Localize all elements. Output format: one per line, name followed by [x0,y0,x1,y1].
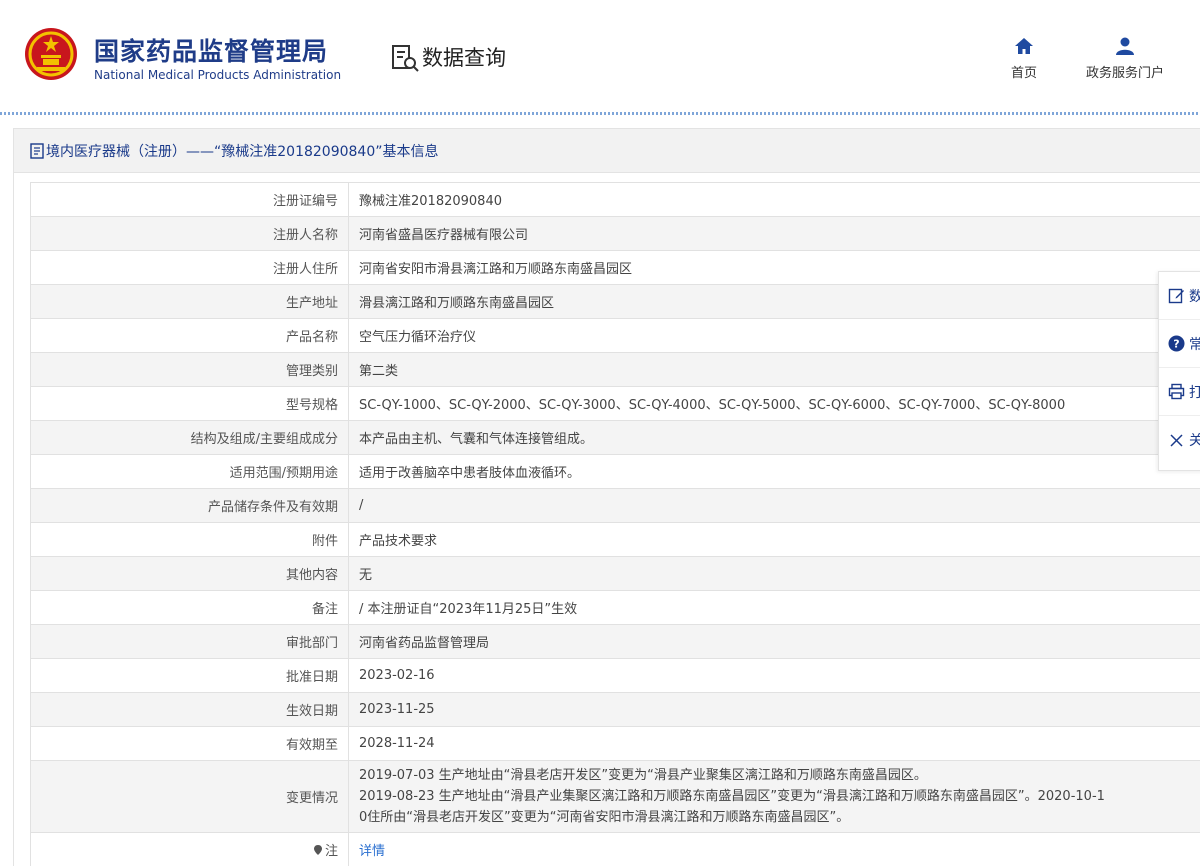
row-label: 批准日期 [30,658,349,693]
change-line: 2019-07-03 生产地址由“滑县老店开发区”变更为“滑县产业聚集区漓江路和… [359,768,927,783]
row-label: 产品储存条件及有效期 [30,488,349,523]
panel-header: 境内医疗器械（注册）——“豫械注准20182090840”基本信息 [14,129,1200,173]
row-value-change: 2019-07-03 生产地址由“滑县老店开发区”变更为“滑县产业聚集区漓江路和… [348,760,1200,833]
user-icon [1116,37,1134,55]
row-value: 豫械注准20182090840 [348,182,1200,217]
table-row: 注册证编号 豫械注准20182090840 [30,182,1200,217]
brand-title-en: National Medical Products Administration [94,68,342,82]
national-emblem-icon[interactable] [24,27,78,81]
row-label: 管理类别 [30,352,349,387]
table-row: 产品名称 空气压力循环治疗仪 [30,318,1200,353]
nav-home-label: 首页 [1010,66,1037,81]
home-icon [1015,38,1033,54]
row-value: 空气压力循环治疗仪 [348,318,1200,353]
svg-text:?: ? [1173,338,1179,351]
row-label: 结构及组成/主要组成成分 [30,420,349,455]
table-row: 批准日期 2023-02-16 [30,658,1200,693]
table-row: 其他内容无 [30,556,1200,591]
row-value-note: 详情 [348,832,1200,866]
table-row-note: 注 详情 [30,832,1200,866]
table-row: 型号规格 SC-QY-1000、SC-QY-2000、SC-QY-3000、SC-… [30,386,1200,421]
toolbar-item-close[interactable]: 关 [1159,416,1200,464]
row-label: 备注 [30,590,349,625]
row-label: 生产地址 [30,284,349,319]
row-label: 注册证编号 [30,182,349,217]
nav-portal-label: 政务服务门户 [1085,66,1164,81]
row-label: 型号规格 [30,386,349,421]
row-value: 产品技术要求 [348,522,1200,557]
nav-portal-link[interactable]: 政务服务门户 [1075,36,1175,81]
note-label: 注 [324,844,338,859]
brand-title-cn: 国家药品监督管理局 [94,37,329,66]
print-icon [1168,383,1185,400]
toolbar-item-faq[interactable]: ? 常 [1159,320,1200,368]
row-label: 适用范围/预期用途 [30,454,349,489]
row-value: / [348,488,1200,523]
document-icon [30,142,44,159]
row-value: / 本注册证自“2023年11月25日”生效 [348,590,1200,625]
table-row: 结构及组成/主要组成成分 本产品由主机、气囊和气体连接管组成。 [30,420,1200,455]
row-label: 变更情况 [30,760,349,833]
row-value: 河南省安阳市滑县漓江路和万顺路东南盛昌园区 [348,250,1200,285]
row-label: 审批部门 [30,624,349,659]
detail-panel: 境内医疗器械（注册）——“豫械注准20182090840”基本信息 注册证编号豫… [13,128,1200,866]
toolbar-label: 常 [1189,336,1200,353]
close-icon [1170,433,1183,447]
row-value: 适用于改善脑卒中患者肢体血液循环。 [348,454,1200,489]
row-label: 其他内容 [30,556,349,591]
row-value: 2023-11-25 [348,692,1200,727]
table-row: 生效日期 2023-11-25 [30,692,1200,727]
toolbar-label: 打 [1189,384,1200,401]
row-label: 注册人住所 [30,250,349,285]
details-link[interactable]: 详情 [359,844,385,859]
row-label-note: 注 [30,832,349,866]
site-header: 国家药品监督管理局 National Medical Products Admi… [0,0,1200,112]
location-pin-icon [313,844,322,855]
table-row: 注册人住所 河南省安阳市滑县漓江路和万顺路东南盛昌园区 [30,250,1200,285]
row-value: 2023-02-16 [348,658,1200,693]
row-label: 生效日期 [30,692,349,727]
row-value: 河南省药品监督管理局 [348,624,1200,659]
row-label: 有效期至 [30,726,349,761]
table-row: 产品储存条件及有效期 / [30,488,1200,523]
row-label: 注册人名称 [30,216,349,251]
table-row: 附件 产品技术要求 [30,522,1200,557]
table-row: 注册人名称 河南省盛昌医疗器械有限公司 [30,216,1200,251]
panel-title: 境内医疗器械（注册）——“豫械注准20182090840”基本信息 [46,143,439,160]
row-label: 产品名称 [30,318,349,353]
row-value: 河南省盛昌医疗器械有限公司 [348,216,1200,251]
change-line: 2019-08-23 生产地址由“滑县产业集聚区漓江路和万顺路东南盛昌园区”变更… [359,789,1105,804]
toolbar-item-data[interactable]: 数 [1159,272,1200,320]
help-icon: ? [1168,335,1185,352]
table-row: 管理类别 第二类 [30,352,1200,387]
table-row: 审批部门 河南省药品监督管理局 [30,624,1200,659]
nav-home-link[interactable]: 首页 [1004,36,1044,81]
row-value: 滑县漓江路和万顺路东南盛昌园区 [348,284,1200,319]
toolbar-label: 数 [1189,288,1200,305]
table-row-change: 变更情况 2019-07-03 生产地址由“滑县老店开发区”变更为“滑县产业聚集… [30,760,1200,833]
toolbar-item-print[interactable]: 打 [1159,368,1200,416]
row-value: 本产品由主机、气囊和气体连接管组成。 [348,420,1200,455]
edit-icon [1168,288,1184,304]
page-section-title: 数据查询 [422,46,506,70]
table-row: 适用范围/预期用途 适用于改善脑卒中患者肢体血液循环。 [30,454,1200,489]
row-value: 2028-11-24 [348,726,1200,761]
table-row: 生产地址 滑县漓江路和万顺路东南盛昌园区 [30,284,1200,319]
data-query-icon [392,45,419,72]
row-value: SC-QY-1000、SC-QY-2000、SC-QY-3000、SC-QY-4… [348,386,1200,421]
row-value: 无 [348,556,1200,591]
change-line: 0住所由“滑县老店开发区”变更为“河南省安阳市滑县漓江路和万顺路东南盛昌园区”。 [359,810,850,825]
table-row: 备注 / 本注册证自“2023年11月25日”生效 [30,590,1200,625]
table-row: 有效期至 2028-11-24 [30,726,1200,761]
row-label: 附件 [30,522,349,557]
registration-info-table: 注册证编号 豫械注准20182090840 注册人名称 河南省盛昌医疗器械有限公司 注册… [30,182,1200,866]
floating-toolbar: 数 ? 常 打 关 [1158,271,1200,471]
row-value: 第二类 [348,352,1200,387]
toolbar-label: 关 [1189,433,1200,449]
header-divider [0,112,1200,115]
